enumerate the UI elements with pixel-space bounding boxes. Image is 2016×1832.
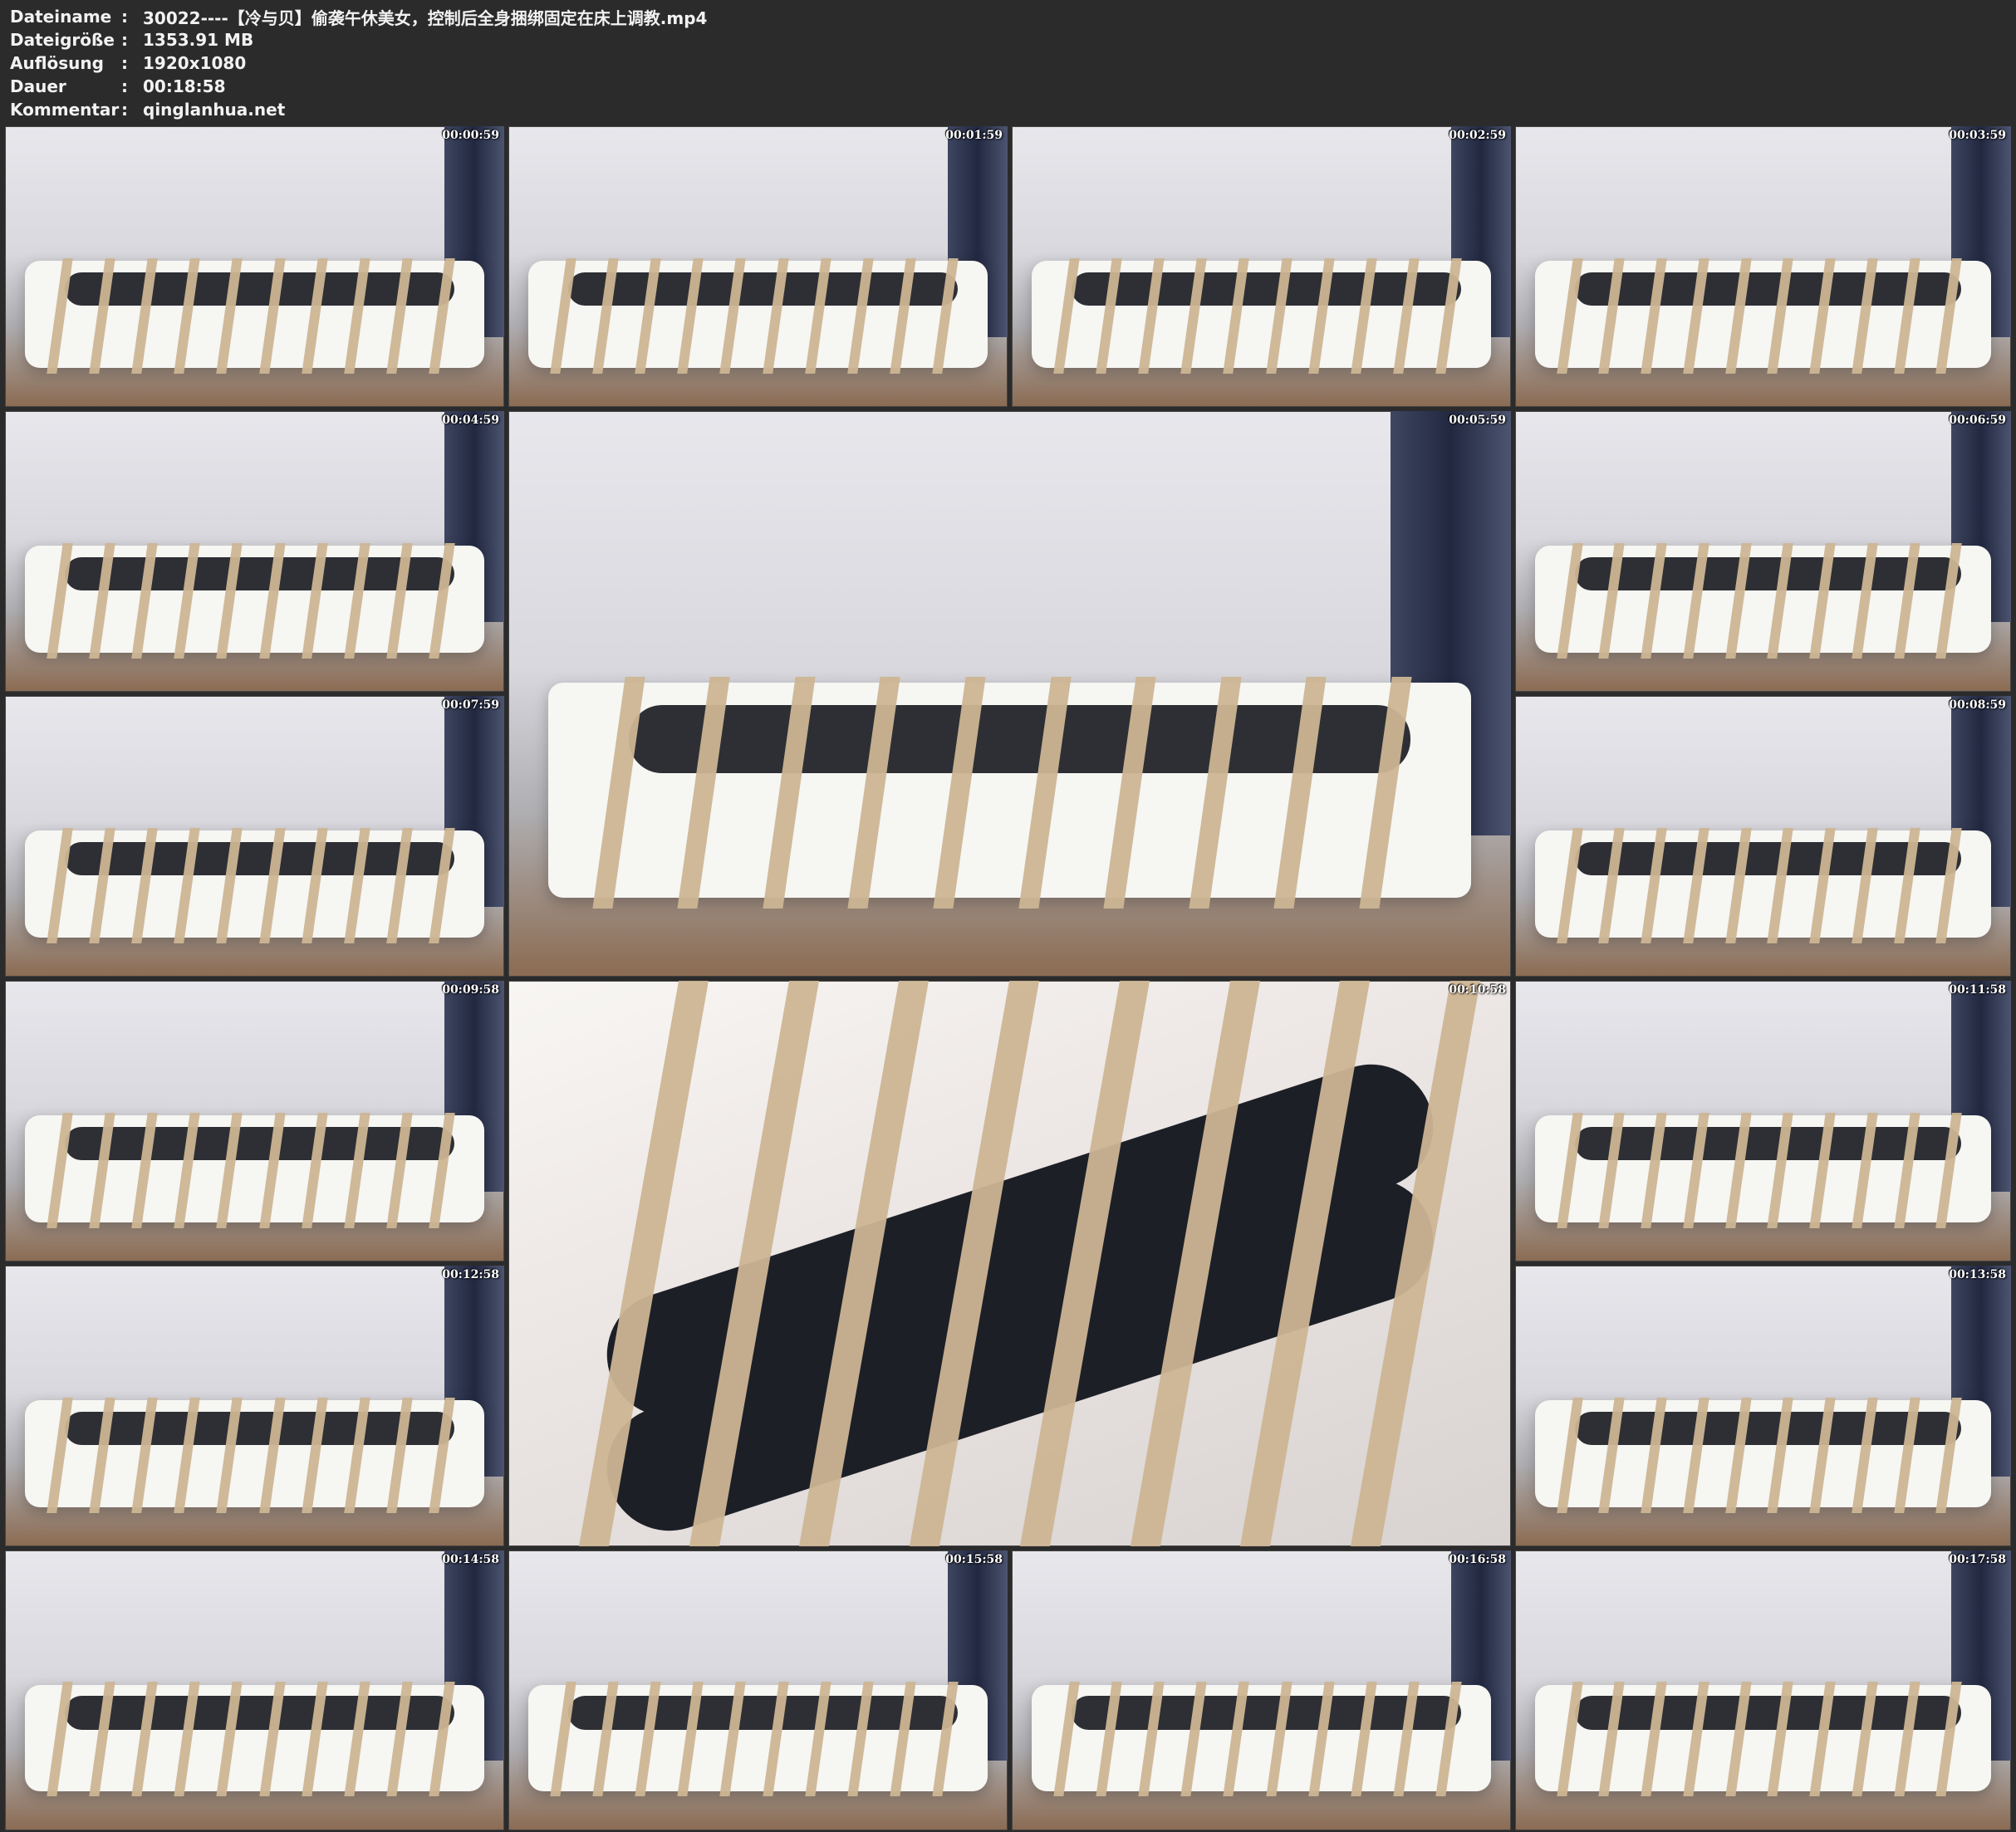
thumbnail-image bbox=[1515, 411, 2011, 692]
thumbnail-image bbox=[5, 1550, 504, 1830]
thumbnail-timestamp: 00:10:58 bbox=[1449, 983, 1506, 997]
thumbnail-17[interactable]: 00:16:58 bbox=[1012, 1550, 1511, 1830]
metadata-row-filename: Dateiname : 30022----【冷与贝】偷袭午休美女，控制后全身捆绑… bbox=[10, 5, 707, 28]
filesize-separator: : bbox=[121, 30, 128, 50]
thumbnail-timestamp: 00:12:58 bbox=[442, 1268, 499, 1281]
thumbnail-image bbox=[1515, 1266, 2011, 1546]
thumbnail-6[interactable]: 00:05:59 bbox=[508, 411, 1511, 977]
thumbnail-image bbox=[1012, 1550, 1511, 1830]
thumbnail-18[interactable]: 00:17:58 bbox=[1515, 1550, 2011, 1830]
thumbnail-timestamp: 00:06:59 bbox=[1949, 414, 2006, 427]
thumbnail-12[interactable]: 00:11:58 bbox=[1515, 981, 2011, 1261]
thumbnail-timestamp: 00:03:59 bbox=[1949, 129, 2006, 142]
thumbnail-image bbox=[1515, 981, 2011, 1261]
thumbnail-image bbox=[5, 1266, 504, 1546]
thumbnail-1[interactable]: 00:00:59 bbox=[5, 126, 504, 407]
thumbnail-image bbox=[1515, 696, 2011, 977]
filesize-label: Dateigröße bbox=[10, 30, 115, 50]
thumbnail-timestamp: 00:01:59 bbox=[945, 129, 1003, 142]
comment-separator: : bbox=[121, 100, 128, 120]
comment-label: Kommentar bbox=[10, 100, 120, 120]
thumbnail-timestamp: 00:16:58 bbox=[1449, 1553, 1506, 1566]
resolution-label: Auflösung bbox=[10, 53, 104, 73]
thumbnail-timestamp: 00:17:58 bbox=[1949, 1553, 2006, 1566]
thumbnail-image bbox=[5, 411, 504, 692]
thumbnail-timestamp: 00:15:58 bbox=[945, 1553, 1003, 1566]
metadata-row-filesize: Dateigröße : 1353.91 MB bbox=[10, 28, 253, 51]
thumbnail-8[interactable]: 00:07:59 bbox=[5, 696, 504, 977]
thumbnail-image bbox=[1515, 1550, 2011, 1830]
thumbnail-image bbox=[508, 126, 1008, 407]
thumbnail-timestamp: 00:05:59 bbox=[1449, 414, 1506, 427]
thumbnail-timestamp: 00:00:59 bbox=[442, 129, 499, 142]
metadata-header: Dateiname : 30022----【冷与贝】偷袭午休美女，控制后全身捆绑… bbox=[0, 0, 2016, 125]
metadata-row-duration: Dauer : 00:18:58 bbox=[10, 75, 226, 98]
thumbnail-timestamp: 00:04:59 bbox=[442, 414, 499, 427]
filename-separator: : bbox=[121, 7, 128, 27]
thumbnail-image bbox=[508, 411, 1511, 977]
thumbnail-timestamp: 00:07:59 bbox=[442, 698, 499, 712]
thumbnail-13[interactable]: 00:12:58 bbox=[5, 1266, 504, 1546]
thumbnail-2[interactable]: 00:01:59 bbox=[508, 126, 1008, 407]
thumbnail-5[interactable]: 00:04:59 bbox=[5, 411, 504, 692]
thumbnail-15[interactable]: 00:14:58 bbox=[5, 1550, 504, 1830]
thumbnail-timestamp: 00:11:58 bbox=[1949, 983, 2006, 997]
thumbnail-4[interactable]: 00:03:59 bbox=[1515, 126, 2011, 407]
resolution-separator: : bbox=[121, 53, 128, 73]
thumbnail-timestamp: 00:13:58 bbox=[1949, 1268, 2006, 1281]
thumbnail-3[interactable]: 00:02:59 bbox=[1012, 126, 1511, 407]
filename-label: Dateiname bbox=[10, 7, 112, 27]
thumbnail-image bbox=[5, 696, 504, 977]
comment-value: qinglanhua.net bbox=[143, 100, 286, 120]
thumbnail-timestamp: 00:14:58 bbox=[442, 1553, 499, 1566]
resolution-value: 1920x1080 bbox=[143, 53, 247, 73]
filename-value: 30022----【冷与贝】偷袭午休美女，控制后全身捆绑固定在床上调教.mp4 bbox=[143, 7, 708, 28]
thumbnail-timestamp: 00:02:59 bbox=[1449, 129, 1506, 142]
duration-value: 00:18:58 bbox=[143, 76, 226, 96]
thumbnail-grid: 00:00:59 00:01:59 00:02:59 00:03:59 00:0… bbox=[0, 125, 2016, 1832]
thumbnail-timestamp: 00:08:59 bbox=[1949, 698, 2006, 712]
thumbnail-image bbox=[508, 981, 1511, 1546]
metadata-row-comment: Kommentar : qinglanhua.net bbox=[10, 98, 285, 121]
thumbnail-timestamp: 00:09:58 bbox=[442, 983, 499, 997]
filesize-value: 1353.91 MB bbox=[143, 30, 254, 50]
metadata-row-resolution: Auflösung : 1920x1080 bbox=[10, 51, 246, 75]
thumbnail-10[interactable]: 00:09:58 bbox=[5, 981, 504, 1261]
thumbnail-7[interactable]: 00:06:59 bbox=[1515, 411, 2011, 692]
thumbnail-14[interactable]: 00:13:58 bbox=[1515, 1266, 2011, 1546]
thumbnail-image bbox=[508, 1550, 1008, 1830]
thumbnail-11[interactable]: 00:10:58 bbox=[508, 981, 1511, 1546]
thumbnail-9[interactable]: 00:08:59 bbox=[1515, 696, 2011, 977]
duration-label: Dauer bbox=[10, 76, 66, 96]
thumbnail-16[interactable]: 00:15:58 bbox=[508, 1550, 1008, 1830]
thumbnail-image bbox=[5, 981, 504, 1261]
thumbnail-image bbox=[1515, 126, 2011, 407]
thumbnail-image bbox=[1012, 126, 1511, 407]
duration-separator: : bbox=[121, 76, 128, 96]
thumbnail-image bbox=[5, 126, 504, 407]
